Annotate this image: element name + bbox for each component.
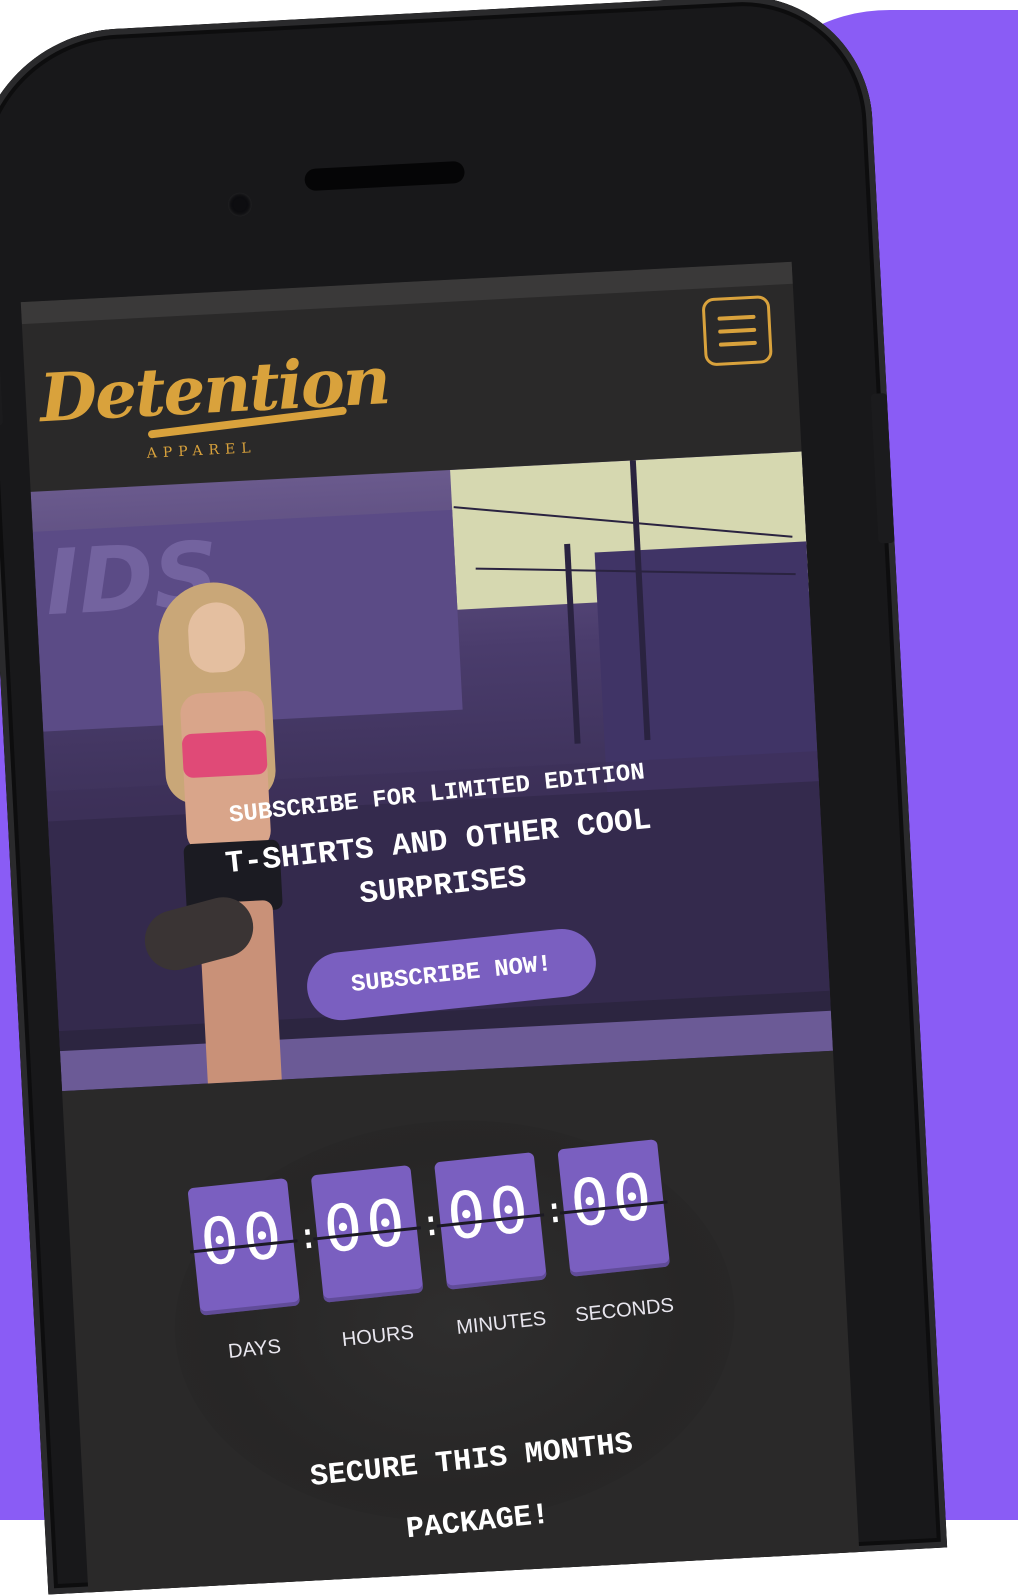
phone-speaker bbox=[304, 160, 466, 192]
countdown-timer: 00 DAYS : 00 HOURS : 00 MINUTES: 00 SEC… bbox=[187, 1134, 729, 1427]
flip-tile: 00 bbox=[310, 1165, 424, 1303]
countdown-hours-label: HOURS bbox=[340, 1321, 415, 1352]
flip-tile: 00 bbox=[187, 1177, 301, 1316]
front-camera-icon bbox=[227, 191, 253, 218]
countdown-minutes: 00 MINUTES bbox=[434, 1152, 552, 1340]
countdown-hours: 00 HOURS bbox=[310, 1165, 429, 1353]
countdown-separator: : bbox=[541, 1189, 568, 1233]
phone-frame: Detention APPAREL IDS SUBSCRIBE FOR LIMI… bbox=[0, 0, 948, 1595]
countdown-wrapper: 00 DAYS : 00 HOURS : 00 MINUTES: 00 SEC… bbox=[21, 262, 860, 1595]
countdown-separator: : bbox=[295, 1215, 321, 1259]
phone-screen: Detention APPAREL IDS SUBSCRIBE FOR LIMI… bbox=[20, 261, 860, 1595]
countdown-days: 00 DAYS bbox=[187, 1177, 305, 1366]
countdown-seconds: 00 SECONDS bbox=[557, 1139, 675, 1327]
countdown-minutes-label: MINUTES bbox=[455, 1307, 548, 1340]
countdown-separator: : bbox=[418, 1202, 445, 1246]
promo-secure-package-text: SECURE THIS MONTHS PACKAGE! bbox=[308, 1427, 635, 1548]
flip-tile: 00 bbox=[557, 1139, 671, 1277]
countdown-days-label: DAYS bbox=[227, 1335, 283, 1364]
phone-volume-button bbox=[0, 365, 4, 426]
countdown-seconds-label: SECONDS bbox=[574, 1294, 675, 1327]
flip-tile: 00 bbox=[434, 1152, 547, 1290]
